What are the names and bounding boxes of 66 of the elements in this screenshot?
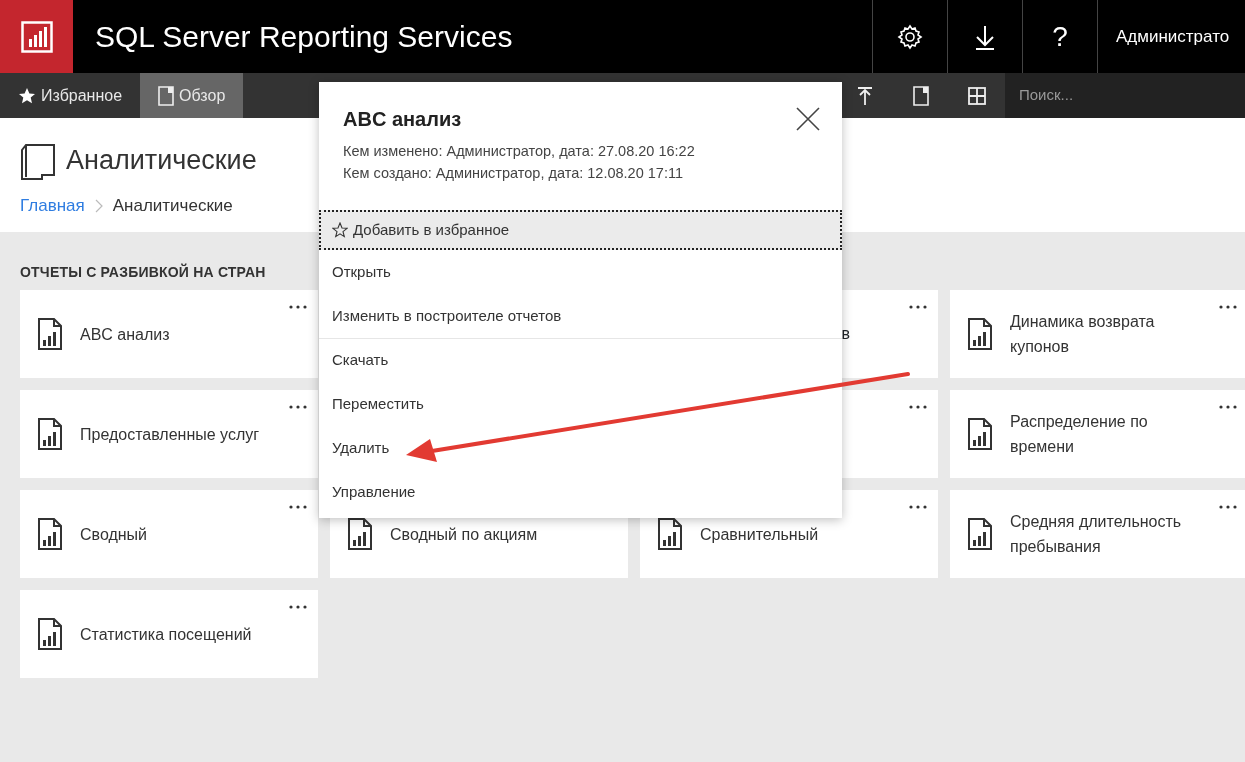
nav-tab[interactable]: Избранное <box>0 73 141 118</box>
report-tile[interactable]: ABC анализ <box>20 290 318 378</box>
upload-icon <box>857 85 873 106</box>
tile-label: Сводный по акциям <box>390 524 539 545</box>
menu-item[interactable]: Управление <box>319 470 842 514</box>
gear-icon <box>897 23 923 50</box>
close-button[interactable] <box>796 106 820 131</box>
more-icon[interactable] <box>908 503 928 510</box>
report-tile[interactable]: Средняя длительность пребывания <box>950 490 1245 578</box>
menu-item[interactable]: Скачать <box>319 338 842 382</box>
page-icon <box>913 85 929 106</box>
tile-label: Динамика возврата купонов <box>1010 312 1156 357</box>
star-icon <box>332 222 348 238</box>
report-icon <box>38 518 62 550</box>
more-icon[interactable] <box>1218 503 1238 510</box>
search-field[interactable]: Поиск... <box>1005 73 1245 118</box>
report-tile[interactable]: Сводный <box>20 490 318 578</box>
more-icon[interactable] <box>908 303 928 310</box>
tile-label: Статистика посещений <box>80 624 253 645</box>
star-icon <box>18 86 36 105</box>
report-icon <box>38 418 62 450</box>
more-icon[interactable] <box>1218 403 1238 410</box>
tile-label: ABC анализ <box>80 324 171 345</box>
grid-icon <box>968 86 986 105</box>
more-icon[interactable] <box>288 503 308 510</box>
menu-item[interactable]: Открыть <box>319 250 842 294</box>
folder-title: Аналитические <box>66 144 257 177</box>
chevron-icon <box>94 199 103 213</box>
report-tile[interactable]: Статистика посещений <box>20 590 318 678</box>
download-icon <box>974 23 996 50</box>
breadcrumb-current: Аналитические <box>112 194 233 217</box>
report-icon <box>968 318 992 350</box>
close-icon <box>796 106 820 131</box>
report-tile[interactable]: Динамика возврата купонов <box>950 290 1245 378</box>
nav-tab[interactable]: Обзор <box>140 73 244 118</box>
report-icon <box>968 518 992 550</box>
logo-icon <box>20 20 53 53</box>
popup-title: ABC анализ <box>343 107 462 132</box>
popup-meta: Кем изменено: Администратор, дата: 27.08.20 16:22 <box>343 142 696 161</box>
tile-label: в <box>841 324 850 344</box>
more-icon[interactable] <box>288 603 308 610</box>
more-icon[interactable] <box>1218 303 1238 310</box>
report-icon <box>658 518 682 550</box>
report-tile[interactable]: Распределение по времени <box>950 390 1245 478</box>
menu-item[interactable]: Добавить в избранное <box>319 210 842 250</box>
more-icon[interactable] <box>288 403 308 410</box>
app-title: SQL Server Reporting Services <box>94 19 514 55</box>
more-icon[interactable] <box>908 403 928 410</box>
report-tile[interactable]: Предоставленные услуг <box>20 390 318 478</box>
tile-label: Средняя длительность пребывания <box>1010 512 1183 557</box>
tile-label: Распределение по времени <box>1010 412 1149 457</box>
report-icon <box>38 318 62 350</box>
menu-item[interactable]: Переместить <box>319 382 842 426</box>
tile-label: Предоставленные услуг <box>80 424 261 445</box>
popup-meta: Кем создано: Администратор, дата: 12.08.20 17:11 <box>343 164 684 183</box>
section-title: ОТЧЕТЫ С РАЗБИВКОЙ НА СТРАН <box>20 262 266 282</box>
report-icon <box>38 618 62 650</box>
report-icon <box>348 518 372 550</box>
page-icon <box>158 85 175 106</box>
more-icon[interactable] <box>288 303 308 310</box>
tile-label: Сводный <box>80 524 149 545</box>
menu-item[interactable]: Изменить в построителе отчетов <box>319 294 842 338</box>
menu-item[interactable]: Удалить <box>319 426 842 470</box>
report-icon <box>968 418 992 450</box>
tile-label: Сравнительный <box>700 524 820 545</box>
breadcrumb-link[interactable]: Главная <box>20 192 85 218</box>
